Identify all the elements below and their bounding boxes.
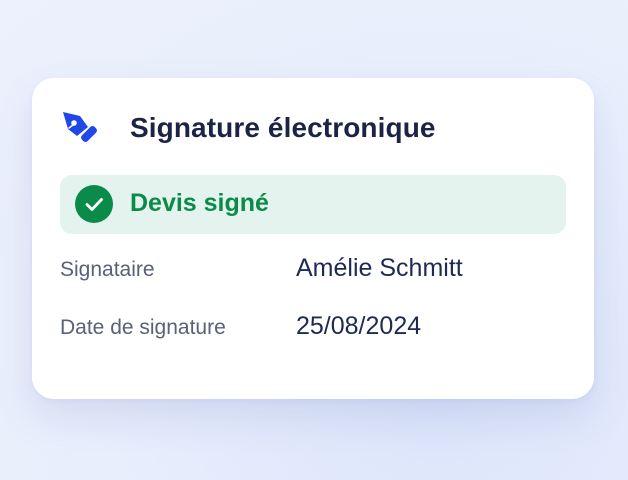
signataire-label: Signataire: [60, 258, 155, 281]
card-title: Signature électronique: [130, 112, 436, 143]
signature-date-label: Date de signature: [60, 316, 226, 339]
check-circle-icon: [75, 185, 113, 223]
signature-pen-icon: [60, 107, 102, 149]
signataire-value: Amélie Schmitt: [296, 254, 463, 282]
signature-date-value: 25/08/2024: [296, 312, 422, 340]
status-label: Devis signé: [130, 189, 269, 217]
signature-card: Signature électronique Devis signé Signa…: [32, 78, 594, 399]
status-banner: Devis signé: [60, 175, 566, 234]
